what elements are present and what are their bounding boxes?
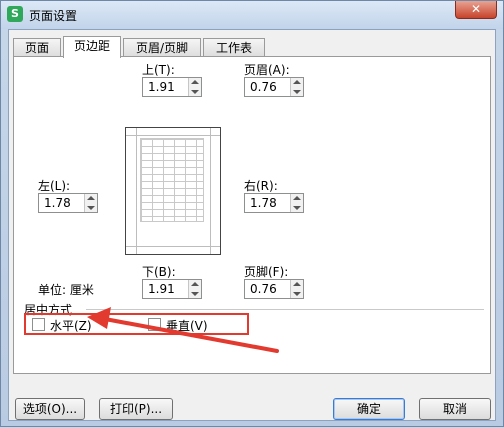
tab-sheet[interactable]: 工作表 [203, 38, 265, 56]
unit-label: 单位: 厘米 [38, 283, 94, 297]
left-margin-label: 左(L): [38, 179, 71, 193]
spin-arrows[interactable] [290, 194, 303, 212]
preview-bottom-margin-line [126, 246, 220, 247]
tab-header-footer[interactable]: 页眉/页脚 [123, 38, 201, 56]
arrow-down-icon[interactable] [191, 292, 199, 296]
arrow-down-icon[interactable] [191, 90, 199, 94]
top-margin-label: 上(T): [142, 63, 175, 77]
vertical-center-checkbox[interactable] [148, 318, 161, 331]
preview-right-margin-line [210, 128, 211, 254]
spin-arrows[interactable] [84, 194, 97, 212]
left-margin-spinner[interactable]: 1.78 [38, 193, 98, 213]
top-margin-spinner[interactable]: 1.91 [142, 77, 202, 97]
spin-arrows[interactable] [188, 280, 201, 298]
group-divider [86, 309, 484, 310]
right-margin-label: 右(R): [244, 179, 278, 193]
title-bar: S 页面设置 ✕ [1, 1, 503, 29]
top-margin-value: 1.91 [148, 80, 175, 94]
spin-arrows[interactable] [290, 78, 303, 96]
ok-button[interactable]: 确定 [333, 398, 405, 420]
arrow-up-icon[interactable] [293, 80, 301, 84]
arrow-up-icon[interactable] [191, 80, 199, 84]
tab-page[interactable]: 页面 [13, 38, 61, 56]
bottom-margin-spinner[interactable]: 1.91 [142, 279, 202, 299]
arrow-up-icon[interactable] [293, 282, 301, 286]
bottom-margin-label: 下(B): [142, 265, 176, 279]
footer-margin-value: 0.76 [250, 282, 277, 296]
vertical-center-label[interactable]: 垂直(V) [166, 317, 208, 334]
preview-top-margin-line [126, 135, 220, 136]
arrow-up-icon[interactable] [191, 282, 199, 286]
tab-margins[interactable]: 页边距 [63, 36, 121, 58]
page-preview [125, 127, 221, 255]
header-margin-value: 0.76 [250, 80, 277, 94]
page-setup-dialog: S 页面设置 ✕ 页面 页边距 页眉/页脚 工作表 上(T): 1.91 页眉(… [0, 0, 504, 427]
close-button[interactable]: ✕ [455, 1, 497, 19]
horizontal-center-checkbox[interactable] [32, 318, 45, 331]
margins-panel: 上(T): 1.91 页眉(A): 0.76 左(L): 1.78 右(R): … [13, 56, 491, 374]
left-margin-value: 1.78 [44, 196, 71, 210]
bottom-margin-value: 1.91 [148, 282, 175, 296]
footer-margin-label: 页脚(F): [244, 265, 289, 279]
window-title: 页面设置 [29, 9, 78, 23]
print-button[interactable]: 打印(P)... [99, 398, 173, 420]
arrow-down-icon[interactable] [87, 206, 95, 210]
preview-left-margin-line [136, 128, 137, 254]
options-button[interactable]: 选项(O)... [15, 398, 85, 420]
arrow-down-icon[interactable] [293, 90, 301, 94]
footer-margin-spinner[interactable]: 0.76 [244, 279, 304, 299]
preview-table-grid [140, 138, 204, 222]
right-margin-spinner[interactable]: 1.78 [244, 193, 304, 213]
arrow-up-icon[interactable] [293, 196, 301, 200]
arrow-down-icon[interactable] [293, 292, 301, 296]
spin-arrows[interactable] [290, 280, 303, 298]
header-margin-spinner[interactable]: 0.76 [244, 77, 304, 97]
app-icon: S [7, 6, 23, 22]
cancel-button[interactable]: 取消 [419, 398, 491, 420]
horizontal-center-label[interactable]: 水平(Z) [50, 317, 92, 334]
header-margin-label: 页眉(A): [244, 63, 290, 77]
arrow-down-icon[interactable] [293, 206, 301, 210]
arrow-up-icon[interactable] [87, 196, 95, 200]
spin-arrows[interactable] [188, 78, 201, 96]
right-margin-value: 1.78 [250, 196, 277, 210]
dialog-body: 页面 页边距 页眉/页脚 工作表 上(T): 1.91 页眉(A): 0.76 [8, 29, 496, 421]
